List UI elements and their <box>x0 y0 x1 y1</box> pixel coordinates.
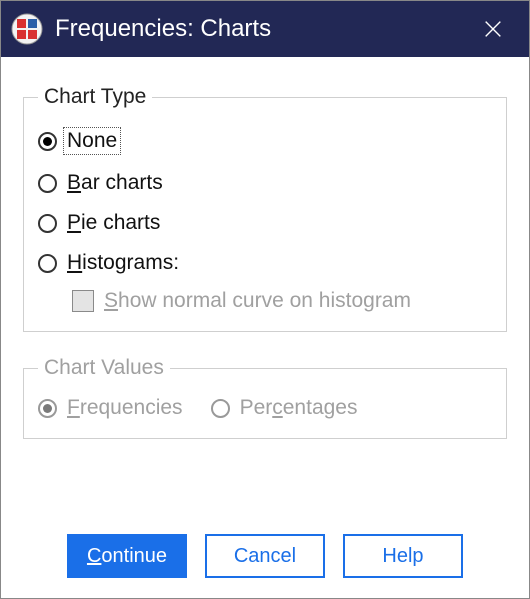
radio-none-label: None <box>63 127 121 155</box>
app-icon <box>11 13 43 45</box>
radio-dot <box>43 404 52 413</box>
radio-percentages: Percentages <box>211 396 358 420</box>
chart-values-group: Chart Values Frequencies Percentages <box>23 356 507 439</box>
chart-type-radio-list: None Bar charts Pie charts Histograms: <box>38 127 492 275</box>
radio-indicator <box>211 399 230 418</box>
title-bar: Frequencies: Charts <box>1 1 529 57</box>
radio-frequencies: Frequencies <box>38 396 183 420</box>
radio-pie-charts[interactable]: Pie charts <box>38 211 492 235</box>
radio-indicator <box>38 214 57 233</box>
continue-button[interactable]: Continue <box>67 534 187 578</box>
chart-type-group: Chart Type None Bar charts Pie charts <box>23 85 507 332</box>
show-normal-curve-checkbox: Show normal curve on histogram <box>72 289 492 313</box>
radio-percentages-label: Percentages <box>240 396 358 420</box>
radio-bar-label: Bar charts <box>67 171 163 195</box>
radio-bar-charts[interactable]: Bar charts <box>38 171 492 195</box>
dialog-content: Chart Type None Bar charts Pie charts <box>1 57 529 598</box>
radio-indicator <box>38 174 57 193</box>
cancel-button[interactable]: Cancel <box>205 534 325 578</box>
chart-type-legend: Chart Type <box>38 85 152 109</box>
radio-indicator <box>38 132 57 151</box>
button-row: Continue Cancel Help <box>23 526 507 578</box>
chart-values-row: Frequencies Percentages <box>38 396 492 420</box>
radio-none[interactable]: None <box>38 127 492 155</box>
close-icon <box>482 18 504 40</box>
radio-indicator <box>38 254 57 273</box>
radio-pie-label: Pie charts <box>67 211 160 235</box>
chart-values-legend: Chart Values <box>38 356 170 380</box>
radio-frequencies-label: Frequencies <box>67 396 183 420</box>
close-button[interactable] <box>473 9 513 49</box>
help-button[interactable]: Help <box>343 534 463 578</box>
checkbox-box <box>72 290 94 312</box>
dialog-title: Frequencies: Charts <box>55 15 473 43</box>
radio-histograms[interactable]: Histograms: <box>38 251 492 275</box>
radio-dot <box>43 137 52 146</box>
dialog-window: Frequencies: Charts Chart Type None <box>0 0 530 599</box>
radio-hist-label: Histograms: <box>67 251 179 275</box>
radio-indicator <box>38 399 57 418</box>
show-normal-curve-label: Show normal curve on histogram <box>104 289 411 313</box>
